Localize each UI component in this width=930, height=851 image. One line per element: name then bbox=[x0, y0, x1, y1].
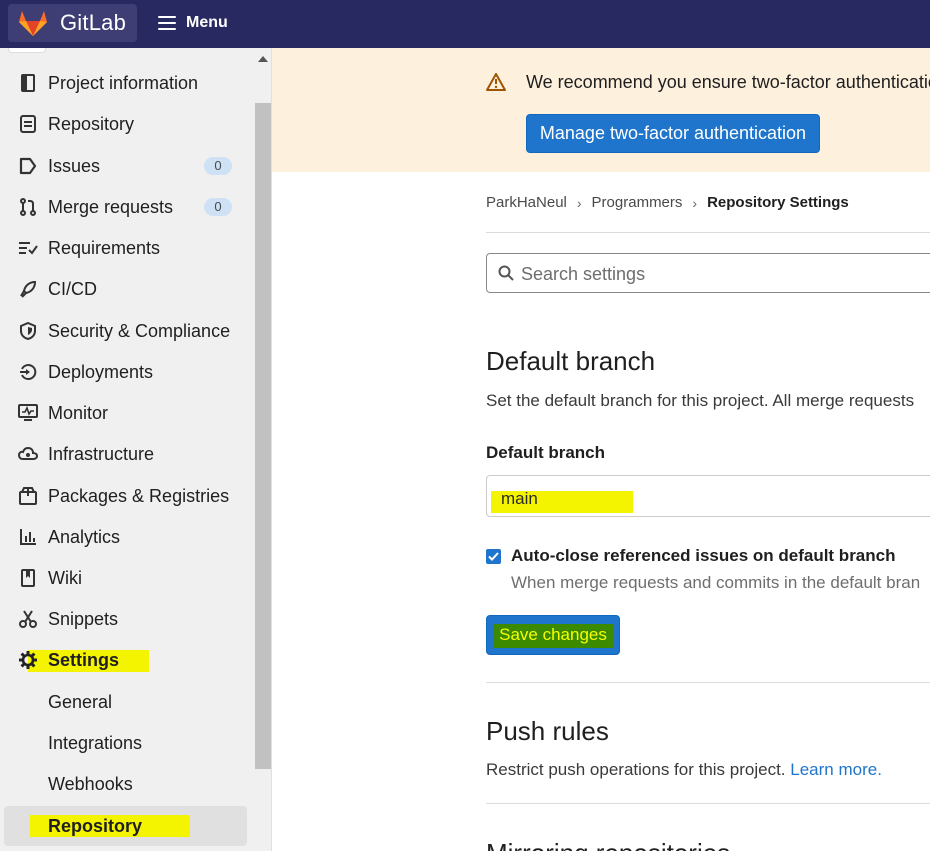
sidebar-item-requirements[interactable]: Requirements bbox=[0, 230, 254, 266]
monitor-icon bbox=[18, 403, 38, 423]
sidebar-scroll-thumb[interactable] bbox=[255, 103, 271, 769]
merge-request-icon bbox=[18, 197, 38, 217]
auto-close-label[interactable]: Auto-close referenced issues on default … bbox=[511, 546, 895, 566]
top-bar: GitLab Menu bbox=[0, 0, 930, 48]
issues-count-badge: 0 bbox=[204, 157, 232, 175]
chevron-right-icon: › bbox=[576, 194, 582, 211]
save-changes-button[interactable]: Save changes bbox=[486, 615, 620, 655]
sidebar-top-stub bbox=[8, 48, 46, 53]
sidebar-item-ci-cd[interactable]: CI/CD bbox=[0, 271, 254, 307]
sidebar-item-issues[interactable]: Issues 0 bbox=[0, 148, 254, 184]
mirroring-title: Mirroring repositories bbox=[486, 838, 730, 851]
two-factor-alert: We recommend you ensure two-factor authe… bbox=[272, 48, 930, 172]
scroll-up-arrow-icon[interactable] bbox=[258, 56, 268, 62]
sidebar-item-security-compliance[interactable]: Security & Compliance bbox=[0, 313, 254, 349]
sidebar-item-label: Issues bbox=[48, 155, 101, 176]
alert-message: We recommend you ensure two-factor authe… bbox=[526, 72, 930, 92]
divider bbox=[486, 803, 930, 804]
search-icon bbox=[498, 265, 514, 281]
settings-sub-general[interactable]: General bbox=[0, 684, 254, 720]
sidebar-item-label: Merge requests bbox=[48, 196, 174, 217]
requirements-icon bbox=[18, 238, 38, 258]
shield-icon bbox=[18, 321, 38, 341]
sidebar-sub-label: Integrations bbox=[48, 733, 143, 753]
project-info-icon bbox=[18, 73, 38, 93]
settings-sub-webhooks[interactable]: Webhooks bbox=[0, 766, 254, 802]
sidebar-item-label: Packages & Registries bbox=[48, 485, 230, 506]
sidebar-item-infrastructure[interactable]: Infrastructure bbox=[0, 436, 254, 472]
push-rules-title: Push rules bbox=[486, 716, 609, 746]
sidebar-item-wiki[interactable]: Wiki bbox=[0, 560, 254, 596]
sidebar-item-label: Settings bbox=[48, 649, 120, 670]
auto-close-help-text: When merge requests and commits in the d… bbox=[511, 573, 921, 592]
sidebar-item-label: Infrastructure bbox=[48, 443, 155, 464]
divider bbox=[486, 682, 930, 683]
scissors-icon bbox=[18, 609, 38, 629]
sidebar-item-analytics[interactable]: Analytics bbox=[0, 519, 254, 555]
rocket-icon bbox=[18, 279, 38, 299]
warning-icon bbox=[486, 73, 506, 91]
auto-close-checkbox[interactable] bbox=[486, 549, 501, 564]
hamburger-icon bbox=[158, 16, 176, 30]
book-icon bbox=[18, 568, 38, 588]
learn-more-link[interactable]: Learn more. bbox=[790, 760, 882, 779]
sidebar-item-label: CI/CD bbox=[48, 278, 97, 299]
menu-button[interactable]: Menu bbox=[150, 4, 236, 42]
chevron-right-icon: › bbox=[692, 194, 698, 211]
sidebar-sub-label: Webhooks bbox=[48, 774, 133, 794]
sidebar-item-snippets[interactable]: Snippets bbox=[0, 601, 254, 637]
sidebar-item-label: Wiki bbox=[48, 567, 82, 588]
breadcrumb-current[interactable]: Repository Settings bbox=[707, 194, 849, 211]
default-branch-title: Default branch bbox=[486, 346, 656, 376]
sidebar-sub-label: General bbox=[48, 692, 113, 712]
sidebar-item-merge-requests[interactable]: Merge requests 0 bbox=[0, 189, 254, 225]
sidebar-sub-label: Repository bbox=[48, 816, 143, 836]
save-button-label: Save changes bbox=[499, 625, 607, 644]
breadcrumb-item[interactable]: Programmers bbox=[592, 194, 683, 211]
package-icon bbox=[18, 486, 38, 506]
settings-sub-integrations[interactable]: Integrations bbox=[0, 725, 254, 761]
push-rules-text: Restrict push operations for this projec… bbox=[486, 760, 786, 779]
gear-icon bbox=[18, 650, 38, 670]
sidebar-item-label: Repository bbox=[48, 113, 135, 134]
sidebar-item-repository[interactable]: Repository bbox=[0, 106, 254, 142]
cloud-icon bbox=[18, 444, 38, 464]
search-settings-box[interactable] bbox=[486, 253, 930, 293]
sidebar-item-label: Analytics bbox=[48, 526, 121, 547]
repository-icon bbox=[18, 114, 38, 134]
analytics-icon bbox=[18, 527, 38, 547]
divider bbox=[486, 232, 930, 233]
checkmark-icon bbox=[488, 552, 499, 561]
breadcrumb: ParkHaNeul › Programmers › Repository Se… bbox=[486, 194, 849, 211]
sidebar-item-packages-registries[interactable]: Packages & Registries bbox=[0, 478, 254, 514]
sidebar-item-monitor[interactable]: Monitor bbox=[0, 395, 254, 431]
sidebar-item-label: Monitor bbox=[48, 402, 109, 423]
default-branch-value: main bbox=[501, 489, 538, 508]
breadcrumb-item[interactable]: ParkHaNeul bbox=[486, 194, 567, 211]
default-branch-description: Set the default branch for this project.… bbox=[486, 391, 915, 410]
deployments-icon bbox=[18, 362, 38, 382]
sidebar-item-label: Snippets bbox=[48, 608, 119, 629]
push-rules-description: Restrict push operations for this projec… bbox=[486, 760, 882, 780]
search-settings-input[interactable] bbox=[521, 262, 921, 286]
sidebar-item-settings[interactable]: Settings bbox=[0, 642, 254, 678]
sidebar-item-label: Project information bbox=[48, 72, 199, 93]
sidebar-item-label: Deployments bbox=[48, 361, 154, 382]
merge-requests-count-badge: 0 bbox=[204, 198, 232, 216]
sidebar-item-project-information[interactable]: Project information bbox=[0, 65, 254, 101]
gitlab-logo-icon bbox=[19, 11, 47, 36]
sidebar: Project information Repository Issues 0 … bbox=[0, 48, 272, 851]
gitlab-home-link[interactable]: GitLab bbox=[8, 4, 137, 42]
brand-name: GitLab bbox=[60, 10, 127, 35]
sidebar-item-deployments[interactable]: Deployments bbox=[0, 354, 254, 390]
settings-sub-repository[interactable]: Repository bbox=[4, 806, 247, 846]
issues-icon bbox=[18, 156, 38, 176]
menu-label: Menu bbox=[186, 14, 228, 31]
sidebar-item-label: Requirements bbox=[48, 237, 161, 258]
sidebar-item-label: Security & Compliance bbox=[48, 320, 231, 341]
default-branch-select[interactable]: main bbox=[486, 475, 930, 517]
manage-2fa-button[interactable]: Manage two-factor authentication bbox=[526, 114, 820, 153]
default-branch-field-label: Default branch bbox=[486, 443, 606, 462]
